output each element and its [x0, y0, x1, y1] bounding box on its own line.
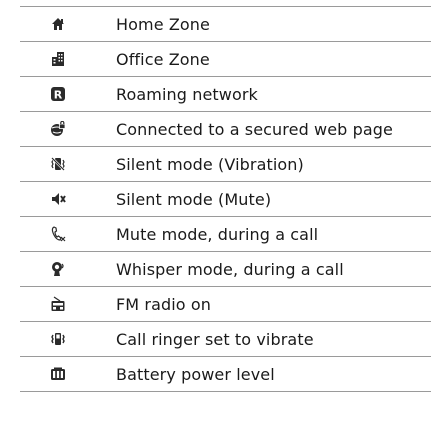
table-row: Mute mode, during a call — [20, 217, 431, 252]
table-row: Connected to a secured web page — [20, 112, 431, 147]
call-mute-icon — [20, 226, 116, 242]
table-row: FM radio on — [20, 287, 431, 322]
table-row: Silent mode (Mute) — [20, 182, 431, 217]
battery-level-icon — [20, 366, 116, 382]
table-row: Battery power level — [20, 357, 431, 392]
icon-description: Connected to a secured web page — [116, 119, 393, 139]
icon-description: Whisper mode, during a call — [116, 259, 344, 279]
table-row: Office Zone — [20, 42, 431, 77]
icon-description: Home Zone — [116, 14, 210, 34]
table-row: R Roaming network — [20, 77, 431, 112]
icon-description: Call ringer set to vibrate — [116, 329, 314, 349]
icon-description: Roaming network — [116, 84, 258, 104]
silent-vibration-icon — [20, 156, 116, 172]
icon-description: Office Zone — [116, 49, 210, 69]
icon-description: Silent mode (Vibration) — [116, 154, 304, 174]
icon-description: FM radio on — [116, 294, 211, 314]
silent-mute-icon — [20, 191, 116, 207]
roaming-network-icon: R — [20, 86, 116, 102]
whisper-mode-icon — [20, 261, 116, 277]
home-zone-icon — [20, 16, 116, 32]
table-row: Whisper mode, during a call — [20, 252, 431, 287]
svg-text:R: R — [54, 89, 63, 102]
icon-description: Battery power level — [116, 364, 275, 384]
table-row: Home Zone — [20, 7, 431, 42]
secure-web-icon — [20, 121, 116, 137]
table-row: Silent mode (Vibration) — [20, 147, 431, 182]
office-zone-icon — [20, 51, 116, 67]
icon-description: Silent mode (Mute) — [116, 189, 272, 209]
table-row: Call ringer set to vibrate — [20, 322, 431, 357]
status-icon-table: Home Zone Office Zone R Roaming network … — [20, 6, 431, 392]
fm-radio-icon — [20, 296, 116, 312]
icon-description: Mute mode, during a call — [116, 224, 319, 244]
vibrate-ringer-icon — [20, 331, 116, 347]
